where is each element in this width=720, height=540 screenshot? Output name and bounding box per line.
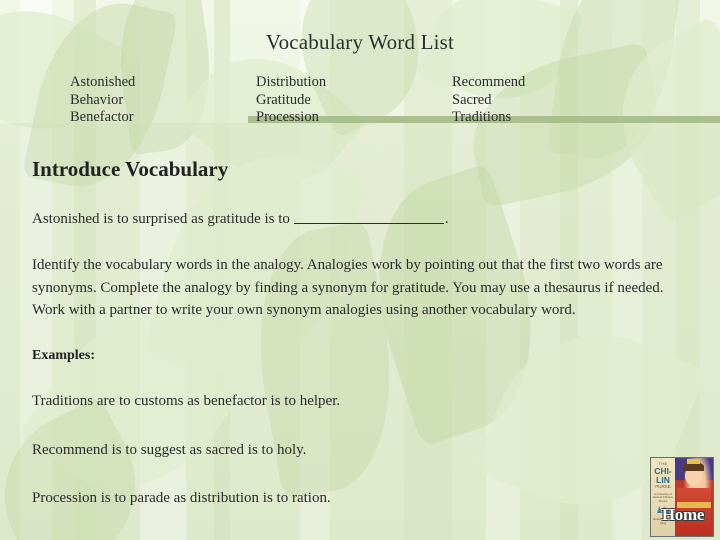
book-title-purse: PURSE xyxy=(655,484,671,489)
vocabulary-word: Traditions xyxy=(452,109,512,126)
vocabulary-word: Astonished xyxy=(70,74,136,90)
book-cover-figure-crown xyxy=(687,459,700,464)
vocabulary-word: Procession xyxy=(256,109,319,126)
vocabulary-word: Distribution xyxy=(256,74,327,90)
home-link[interactable]: Home xyxy=(652,505,714,525)
example-sentence: Procession is to parade as distribution … xyxy=(32,490,331,506)
vocabulary-word: Gratitude xyxy=(256,91,311,108)
examples-label: Examples: xyxy=(32,348,95,363)
book-cover-title-block: THE CHI-LIN PURSE A Collection of Ancien… xyxy=(652,462,674,503)
vocabulary-word: Recommend xyxy=(452,74,526,90)
book-title-main: CHI-LIN xyxy=(654,466,672,485)
book-subtitle: A Collection of Ancient Chinese Stories xyxy=(652,491,674,503)
word-column-2: Distribution Gratitude Procession xyxy=(256,74,452,127)
slide-content: Vocabulary Word List Astonished Behavior… xyxy=(0,0,720,540)
vocabulary-word-columns: Astonished Behavior Benefactor Distribut… xyxy=(70,74,650,127)
instructions-paragraph: Identify the vocabulary words in the ana… xyxy=(32,257,664,318)
vocabulary-word: Benefactor xyxy=(70,109,134,126)
word-column-3: Recommend Sacred Traditions xyxy=(452,74,638,127)
analogy-prompt: Astonished is to surprised as gratitude … xyxy=(32,208,692,230)
slide-canvas: Vocabulary Word List Astonished Behavior… xyxy=(0,0,720,540)
example-sentence: Traditions are to customs as benefactor … xyxy=(32,393,341,409)
vocabulary-word: Sacred xyxy=(452,91,492,108)
page-title: Vocabulary Word List xyxy=(265,30,455,54)
section-heading: Introduce Vocabulary xyxy=(32,157,229,181)
analogy-period: . xyxy=(444,211,449,227)
analogy-prompt-text: Astonished is to surprised as gratitude … xyxy=(32,211,290,227)
word-column-1: Astonished Behavior Benefactor xyxy=(70,74,256,127)
example-sentence: Recommend is to suggest as sacred is to … xyxy=(32,442,307,458)
analogy-answer-blank[interactable] xyxy=(293,223,444,224)
book-cover-thumbnail-home-button[interactable]: THE CHI-LIN PURSE A Collection of Ancien… xyxy=(650,457,714,537)
vocabulary-word: Behavior xyxy=(70,91,124,108)
